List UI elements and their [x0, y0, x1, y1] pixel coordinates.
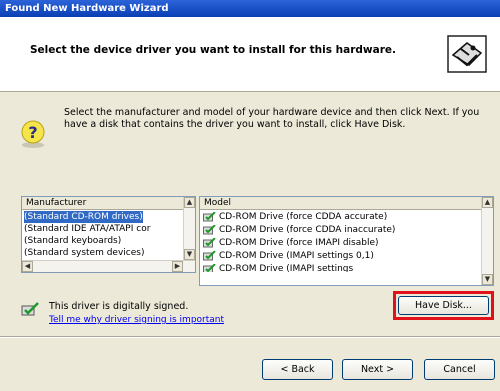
manufacturer-vertical-scrollbar[interactable]: ▲ ▼ — [183, 197, 195, 260]
driver-icon — [203, 211, 216, 221]
driver-signing-info-link[interactable]: Tell me why driver signing is important — [49, 315, 224, 325]
model-vertical-scrollbar[interactable]: ▲ ▼ — [481, 197, 493, 285]
back-button[interactable]: < Back — [262, 359, 333, 380]
model-item-label: CD-ROM Drive (IMAPI settings 0,1) — [219, 251, 374, 261]
scroll-left-icon[interactable]: ◀ — [22, 261, 33, 272]
model-item-label: CD-ROM Drive (IMAPI settings — [219, 264, 354, 272]
instructions-text: Select the manufacturer and model of you… — [64, 107, 480, 130]
model-item-label: CD-ROM Drive (force CDDA accurate) — [219, 212, 388, 222]
driver-icon — [203, 250, 216, 260]
model-item[interactable]: CD-ROM Drive (force IMAPI disable) — [203, 237, 379, 249]
manufacturer-horizontal-scrollbar[interactable]: ◀ ▶ — [22, 260, 195, 272]
model-item-label: CD-ROM Drive (force CDDA inaccurate) — [219, 225, 396, 235]
scroll-up-icon[interactable]: ▲ — [184, 197, 195, 208]
driver-icon — [203, 263, 216, 272]
next-button[interactable]: Next > — [342, 359, 413, 380]
scroll-down-icon[interactable]: ▼ — [184, 249, 195, 260]
manufacturer-column-header[interactable]: Manufacturer — [22, 197, 185, 210]
driver-icon — [203, 237, 216, 247]
signature-status-text: This driver is digitally signed. — [49, 301, 189, 312]
model-item[interactable]: CD-ROM Drive (IMAPI settings — [203, 263, 353, 272]
header-title: Select the device driver you want to ins… — [30, 44, 396, 56]
manufacturer-item[interactable]: (Standard keyboards) — [24, 235, 121, 247]
manufacturer-item[interactable]: (Standard system devices) — [24, 247, 144, 259]
hardware-wizard-icon — [447, 35, 487, 73]
model-item[interactable]: CD-ROM Drive (IMAPI settings 0,1) — [203, 250, 374, 262]
model-item-label: CD-ROM Drive (force IMAPI disable) — [219, 238, 379, 248]
model-column-header[interactable]: Model — [200, 197, 483, 210]
wizard-header: Select the device driver you want to ins… — [0, 17, 500, 92]
manufacturer-item[interactable]: (Standard IDE ATA/ATAPI cor — [24, 223, 150, 235]
model-item[interactable]: CD-ROM Drive (force CDDA inaccurate) — [203, 224, 395, 236]
driver-icon — [203, 224, 216, 234]
footer-separator — [0, 336, 500, 338]
have-disk-button[interactable]: Have Disk... — [398, 296, 489, 315]
signed-driver-icon — [21, 302, 39, 316]
model-list[interactable]: Model CD-ROM Drive (force CDDA accurate)… — [199, 196, 494, 286]
help-question-icon: ? — [21, 120, 45, 148]
scroll-right-icon[interactable]: ▶ — [172, 261, 183, 272]
scroll-down-icon[interactable]: ▼ — [482, 274, 493, 285]
window-title: Found New Hardware Wizard — [5, 3, 169, 14]
model-item[interactable]: CD-ROM Drive (force CDDA accurate) — [203, 211, 387, 223]
scroll-up-icon[interactable]: ▲ — [482, 197, 493, 208]
manufacturer-item[interactable]: (Standard CD-ROM drives) — [24, 211, 143, 223]
manufacturer-list[interactable]: Manufacturer (Standard CD-ROM drives) (S… — [21, 196, 196, 273]
window-title-bar: Found New Hardware Wizard — [0, 0, 500, 17]
cancel-button[interactable]: Cancel — [424, 359, 495, 380]
svg-text:?: ? — [28, 123, 37, 142]
